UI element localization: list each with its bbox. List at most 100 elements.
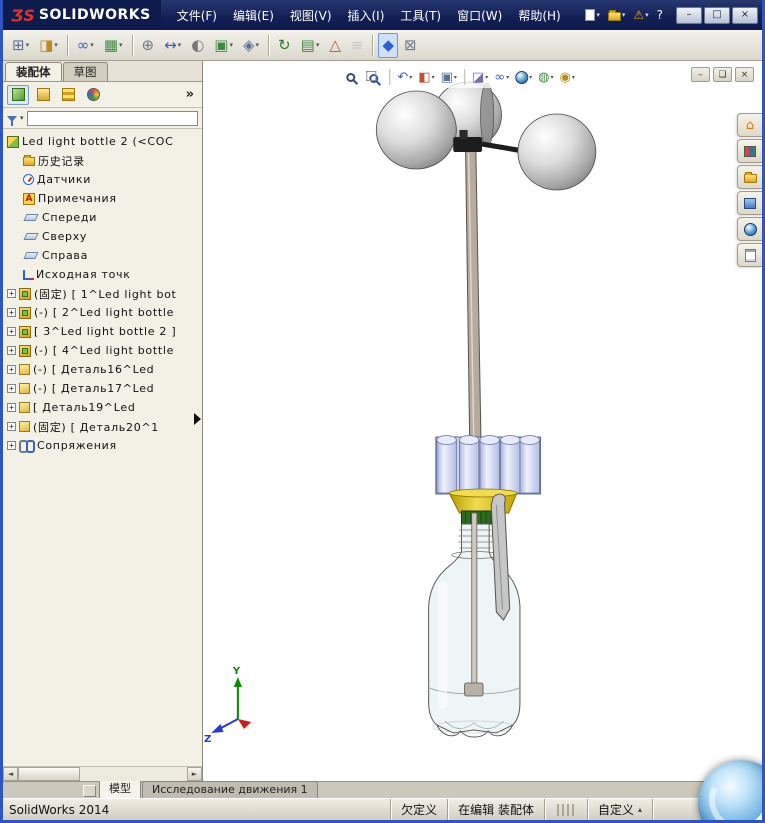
menu-insert[interactable]: 插入(I): [340, 3, 393, 28]
panel-overflow-chevron[interactable]: »: [182, 87, 198, 102]
doc-restore-button[interactable]: ❏: [713, 67, 732, 82]
close-button[interactable]: ×: [732, 6, 758, 24]
dropdown-arrow-icon[interactable]: ▾: [454, 74, 457, 81]
tree-item-annotations[interactable]: Примечания: [3, 189, 202, 208]
doc-close-button[interactable]: ×: [735, 67, 754, 82]
file-explorer-tab[interactable]: [737, 165, 762, 189]
dropdown-arrow-icon[interactable]: ▾: [485, 74, 488, 81]
dropdown-arrow-icon[interactable]: ▾: [550, 74, 553, 81]
scroll-left-arrow[interactable]: ◄: [3, 767, 18, 781]
menu-window[interactable]: 窗口(W): [449, 3, 510, 28]
new-document-button[interactable]: ▾: [582, 7, 603, 23]
tree-item-part-16[interactable]: (-) [ Деталь16^Led: [3, 360, 202, 379]
view-settings-button[interactable]: ◉ ▾: [557, 67, 576, 87]
tab-sketch[interactable]: 草图: [62, 62, 108, 81]
appearances-scenes-tab[interactable]: [737, 217, 762, 241]
dropdown-arrow-icon[interactable]: ▾: [506, 74, 509, 81]
menu-file[interactable]: 文件(F): [169, 3, 225, 28]
dropdown-arrow-icon[interactable]: ▾: [572, 74, 575, 81]
section-view-button[interactable]: ◧ ▾: [416, 67, 436, 87]
expander-icon[interactable]: [7, 441, 16, 450]
view-orientation-button[interactable]: ▣ ▾: [439, 67, 459, 87]
tree-item-component-3[interactable]: [ 3^Led light bottle 2 ]: [3, 322, 202, 341]
doc-minimize-button[interactable]: –: [691, 67, 710, 82]
configuration-manager-tab[interactable]: [57, 85, 79, 105]
smart-fasteners-button[interactable]: ⊕ ▾: [138, 33, 159, 58]
dropdown-arrow-icon[interactable]: ▾: [529, 74, 532, 81]
dropdown-arrow-icon[interactable]: ▾: [90, 41, 94, 49]
anemometer-cups[interactable]: [375, 81, 597, 191]
help-button[interactable]: ? ▾: [654, 6, 666, 24]
minimize-button[interactable]: –: [676, 6, 702, 24]
open-document-button[interactable]: ▾: [605, 7, 629, 23]
dropdown-arrow-icon[interactable]: ▾: [178, 41, 182, 49]
expander-icon[interactable]: [7, 403, 16, 412]
menu-help[interactable]: 帮助(H): [510, 3, 568, 28]
dropdown-arrow-icon[interactable]: ▾: [432, 74, 435, 81]
display-style-button[interactable]: ◪ ▾: [470, 67, 490, 87]
model-tab[interactable]: 模型: [99, 778, 141, 798]
edit-appearance-button[interactable]: ▾: [513, 67, 534, 87]
assembly-features-button[interactable]: ▣ ▾: [210, 33, 237, 58]
menu-edit[interactable]: 编辑(E): [225, 3, 282, 28]
dropdown-arrow-icon[interactable]: ▾: [256, 41, 260, 49]
menu-view[interactable]: 视图(V): [282, 3, 340, 28]
dropdown-arrow-icon[interactable]: ▾: [622, 11, 626, 19]
previous-view-button[interactable]: ↶ ▾: [395, 67, 414, 87]
maximize-button[interactable]: □: [704, 6, 730, 24]
interference-detection-button[interactable]: ⊠ ▾: [400, 33, 421, 58]
scroll-track[interactable]: [18, 767, 187, 781]
battery-holder[interactable]: [435, 435, 541, 495]
bottle-cap[interactable]: [448, 488, 518, 525]
custom-properties-tab[interactable]: [737, 243, 762, 267]
new-motion-study-button[interactable]: ↻ ▾: [274, 33, 295, 58]
feature-tree-flyout-arrow[interactable]: [194, 413, 201, 425]
hide-show-items-button[interactable]: ∞ ▾: [492, 67, 511, 87]
bill-of-materials-button[interactable]: ▤ ▾: [297, 33, 324, 58]
reference-geometry-button[interactable]: ◈ ▾: [239, 33, 263, 58]
mate-button[interactable]: ∞ ▾: [73, 33, 98, 58]
exploded-view-button[interactable]: △ ▾: [325, 33, 345, 58]
explode-line-sketch-button[interactable]: ≡ ▾: [347, 33, 368, 58]
dropdown-arrow-icon[interactable]: ▾: [229, 41, 233, 49]
tree-item-part-19[interactable]: [ Деталь19^Led: [3, 398, 202, 417]
dropdown-arrow-icon[interactable]: ▾: [316, 41, 320, 49]
property-manager-tab[interactable]: [32, 85, 54, 105]
solidworks-resources-tab[interactable]: ⌂: [737, 113, 762, 137]
tree-item-component-2[interactable]: (-) [ 2^Led light bottle: [3, 303, 202, 322]
tree-item-origin[interactable]: Исходная точк: [3, 265, 202, 284]
menu-tools[interactable]: 工具(T): [392, 3, 449, 28]
tree-item-part-17[interactable]: (-) [ Деталь17^Led: [3, 379, 202, 398]
filter-input[interactable]: [26, 110, 198, 126]
expander-icon[interactable]: [7, 365, 16, 374]
instant3d-button[interactable]: ◆ ▾: [378, 32, 398, 58]
motion-study-tab[interactable]: Исследование движения 1: [142, 781, 318, 798]
tree-item-component-4[interactable]: (-) [ 4^Led light bottle: [3, 341, 202, 360]
tree-item-history[interactable]: 历史记录: [3, 151, 202, 170]
dropdown-arrow-icon[interactable]: ▾: [119, 41, 123, 49]
dropdown-arrow-icon[interactable]: ▾: [26, 41, 30, 49]
show-hidden-components-button[interactable]: ◐ ▾: [187, 33, 208, 58]
custom-status-button[interactable]: 自定义 ▴: [586, 799, 652, 820]
tree-item-sensors[interactable]: Датчики: [3, 170, 202, 189]
model-3d[interactable]: Y Z: [203, 61, 762, 781]
tab-assembly[interactable]: 装配体: [5, 62, 62, 81]
zoom-to-area-button[interactable]: ▾: [363, 67, 384, 87]
expander-icon[interactable]: [7, 422, 16, 431]
dropdown-arrow-icon[interactable]: ▾: [54, 41, 58, 49]
display-manager-tab[interactable]: [82, 85, 104, 105]
insert-components-button[interactable]: ⊞ ▾: [8, 33, 33, 58]
tree-item-front-plane[interactable]: Спереди: [3, 208, 202, 227]
tree-item-top-plane[interactable]: Сверху: [3, 227, 202, 246]
dropdown-arrow-icon[interactable]: ▾: [409, 74, 412, 81]
zoom-to-fit-button[interactable]: ▾: [343, 67, 361, 87]
tab-splitter-handle[interactable]: [83, 785, 96, 797]
expander-icon[interactable]: [7, 346, 16, 355]
expander-icon[interactable]: [7, 308, 16, 317]
solidworks-alert-button[interactable]: ⚠ ▾: [630, 6, 651, 24]
apply-scene-button[interactable]: ◍ ▾: [536, 67, 555, 87]
design-library-tab[interactable]: [737, 139, 762, 163]
graphics-area[interactable]: ▾ ▾ ↶ ▾ ◧ ▾ ▣ ▾ ◪ ▾: [203, 61, 762, 781]
dropdown-arrow-icon[interactable]: ▾: [645, 11, 649, 19]
tree-item-part-20[interactable]: (固定) [ Деталь20^1: [3, 417, 202, 436]
